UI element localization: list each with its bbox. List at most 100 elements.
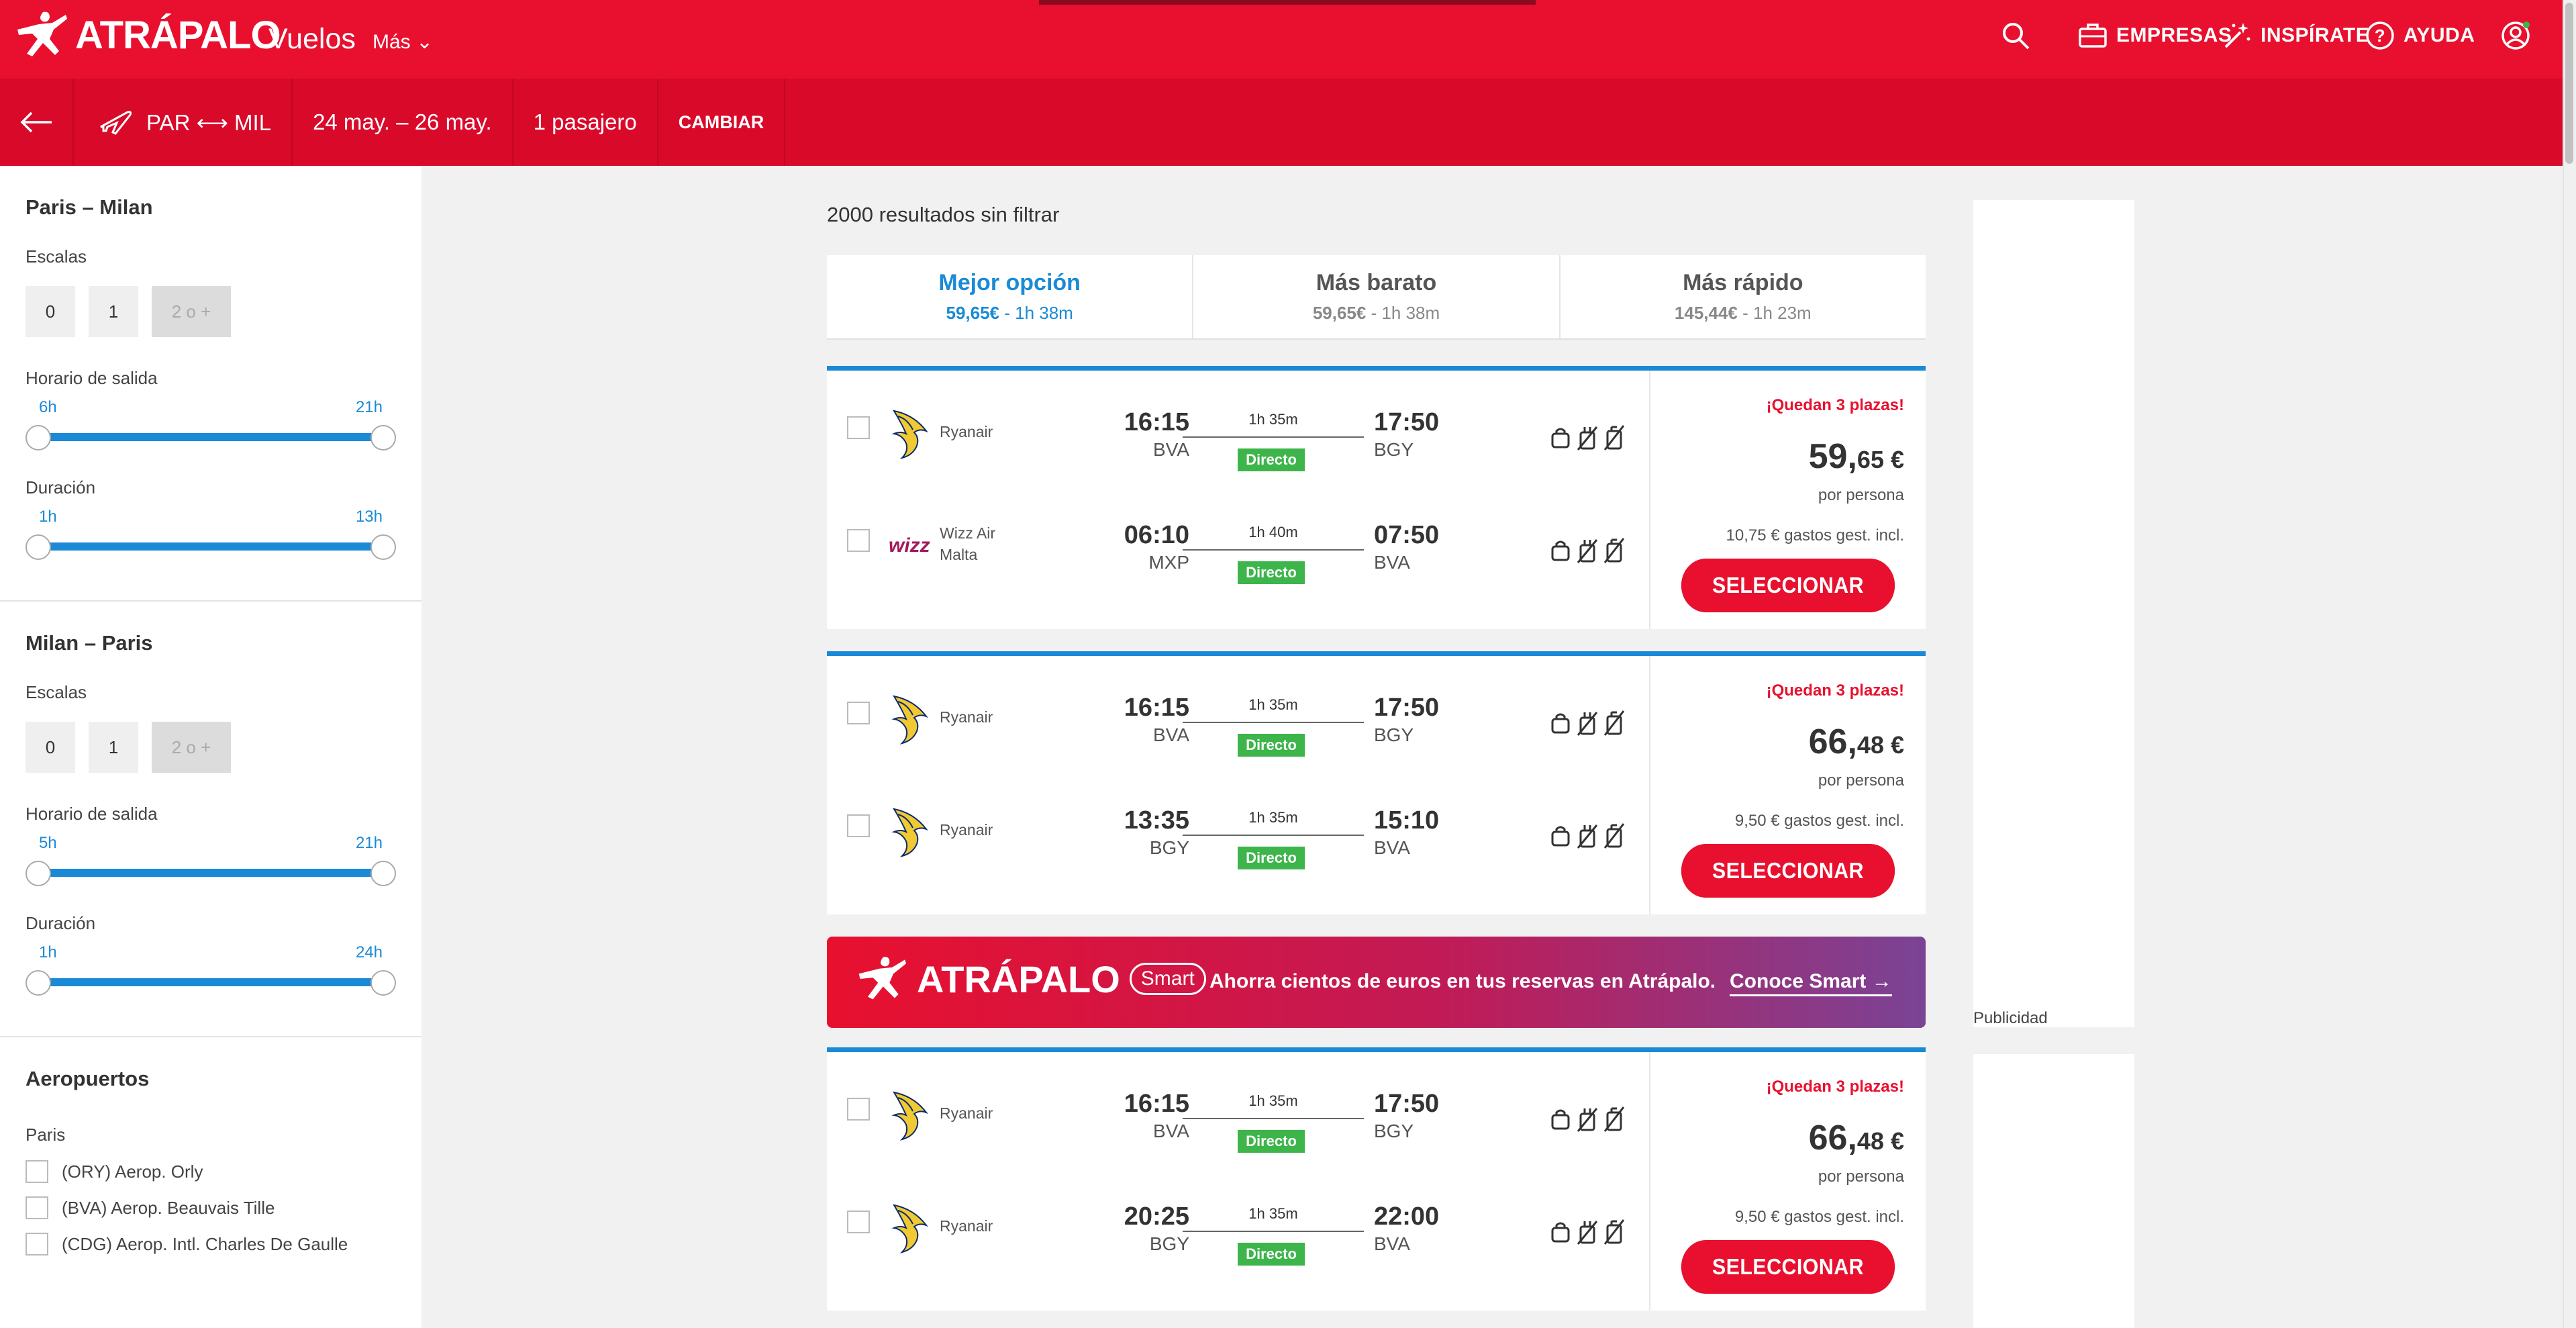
flight-duration: 1h 35m <box>1248 696 1298 713</box>
management-fees: 9,50 € gastos gest. incl. <box>1734 1208 1904 1226</box>
sort-tab-price: 59,65€ <box>1312 303 1367 323</box>
per-person-label: por persona <box>1818 486 1904 504</box>
sort-tab-fastest[interactable]: Más rápido 145,44€ - 1h 23m <box>1561 255 1926 338</box>
departure-time: 16:15 <box>1124 694 1189 722</box>
atrapalo-logo[interactable]: ATRÁPALO <box>12 9 281 60</box>
departure-airport: BGY <box>1149 837 1189 858</box>
airports-filters: Aeropuertos Paris (ORY) Aerop. Orly (BVA… <box>0 1037 422 1255</box>
stops-0-button[interactable]: 0 <box>26 722 75 773</box>
sort-tab-title: Más barato <box>1316 270 1437 295</box>
duration-slider[interactable]: 1h 24h <box>26 943 396 996</box>
banner-cta-link[interactable]: Conoce Smart → <box>1730 970 1892 996</box>
price-integer: 66, <box>1808 722 1857 761</box>
price-decimal: 65 € <box>1856 446 1904 473</box>
leg-checkbox[interactable] <box>847 814 870 837</box>
smart-badge: Smart <box>1129 963 1206 995</box>
nav-more-dropdown[interactable]: Más ⌄ <box>373 30 433 54</box>
duration-line <box>1183 1118 1364 1119</box>
nav-empresas[interactable]: EMPRESAS <box>2077 20 2232 51</box>
slider-track <box>38 869 383 877</box>
personal-item-icon <box>1551 428 1570 448</box>
select-flight-button[interactable]: SELECCIONAR <box>1681 559 1895 612</box>
arrival-airport: BVA <box>1374 837 1410 858</box>
management-fees: 10,75 € gastos gest. incl. <box>1726 526 1905 544</box>
airport-option[interactable]: (ORY) Aerop. Orly <box>26 1160 396 1183</box>
stops-0-button[interactable]: 0 <box>26 286 75 337</box>
slider-max-handle[interactable] <box>370 534 396 560</box>
airport-option[interactable]: (CDG) Aerop. Intl. Charles De Gaulle <box>26 1233 396 1255</box>
seats-left-warning: ¡Quedan 3 plazas! <box>1766 681 1904 700</box>
smart-promo-banner[interactable]: ATRÁPALO Smart Ahorra cientos de euros e… <box>827 937 1926 1028</box>
baggage-info <box>1548 710 1629 737</box>
flight-legs: Ryanair 16:15 BVA 1h 35m Directo 17:50 BGY wizz… <box>827 371 1649 629</box>
select-flight-button[interactable]: SELECCIONAR <box>1681 1240 1895 1294</box>
checkbox[interactable] <box>26 1160 48 1183</box>
slider-min-handle[interactable] <box>26 861 51 886</box>
sort-tab-best[interactable]: Mejor opción 59,65€ - 1h 38m <box>827 255 1194 338</box>
stops-2plus-button[interactable]: 2 o + <box>152 286 231 337</box>
flight-duration: 1h 40m <box>1248 524 1298 540</box>
slider-min-label: 1h <box>39 943 57 961</box>
checkbox[interactable] <box>26 1196 48 1219</box>
airport-label: (CDG) Aerop. Intl. Charles De Gaulle <box>62 1233 348 1254</box>
nav-ayuda[interactable]: ? AYUDA <box>2365 20 2475 51</box>
stops-2plus-button[interactable]: 2 o + <box>152 722 231 773</box>
dates-summary[interactable]: 24 may. – 26 may. <box>293 79 513 166</box>
sort-tab-duration: - 1h 38m <box>999 303 1073 323</box>
management-fees: 9,50 € gastos gest. incl. <box>1734 812 1904 830</box>
change-search-button[interactable]: CAMBIAR <box>658 79 786 166</box>
back-button[interactable] <box>0 79 74 166</box>
briefcase-icon <box>2079 23 2107 48</box>
flight-leg: Ryanair 20:25 BGY 1h 35m Directo 22:00 BVA <box>827 1178 1649 1279</box>
user-account-button[interactable] <box>2500 20 2539 51</box>
passengers-summary[interactable]: 1 pasajero <box>513 79 658 166</box>
stops-1-button[interactable]: 1 <box>89 286 138 337</box>
no-cabin-bag-icon <box>1577 426 1598 450</box>
stops-selector: 0 1 2 o + <box>26 722 396 773</box>
stops-1-button[interactable]: 1 <box>89 722 138 773</box>
price-panel: ¡Quedan 3 plazas! 66,48 € por persona 9,50 … <box>1649 656 1926 914</box>
price: 59,65 € <box>1809 436 1904 477</box>
search-button[interactable] <box>2000 20 2039 51</box>
select-flight-button[interactable]: SELECCIONAR <box>1681 844 1895 898</box>
arrow-left-icon <box>20 111 52 133</box>
sort-tab-cheapest[interactable]: Más barato 59,65€ - 1h 38m <box>1193 255 1561 338</box>
active-tab-indicator <box>1039 0 1536 5</box>
departure-time: 16:15 <box>1124 408 1189 436</box>
leg-checkbox[interactable] <box>847 529 870 552</box>
slider-min-handle[interactable] <box>26 425 51 450</box>
departure-time-label: Horario de salida <box>26 804 158 824</box>
page-scrollbar[interactable] <box>2563 0 2576 1328</box>
slider-min-handle[interactable] <box>26 970 51 996</box>
checkbox[interactable] <box>26 1233 48 1255</box>
leg-checkbox[interactable] <box>847 1211 870 1233</box>
runner-logo-icon <box>858 957 907 1000</box>
slider-max-handle[interactable] <box>370 970 396 996</box>
departure-airport: BVA <box>1153 439 1189 460</box>
ad-slot[interactable] <box>1973 1054 2134 1328</box>
slider-max-handle[interactable] <box>370 861 396 886</box>
runner-logo-icon <box>17 11 67 56</box>
departure-time-slider[interactable]: 6h 21h <box>26 398 396 450</box>
route-summary[interactable]: PAR ⟷ MIL <box>74 79 293 166</box>
ad-slot[interactable] <box>1973 200 2134 1027</box>
arrival-airport: BVA <box>1374 552 1410 573</box>
airport-option[interactable]: (BVA) Aerop. Beauvais Tille <box>26 1196 396 1219</box>
departure-time: 16:15 <box>1124 1090 1189 1118</box>
slider-max-handle[interactable] <box>370 425 396 450</box>
leg-checkbox[interactable] <box>847 416 870 439</box>
leg-checkbox[interactable] <box>847 1098 870 1121</box>
nav-inspirate-label: INSPÍRATE <box>2261 24 2370 46</box>
nav-inspirate[interactable]: INSPÍRATE <box>2222 20 2369 51</box>
no-checked-bag-icon <box>1603 823 1625 849</box>
flight-duration: 1h 35m <box>1248 1092 1298 1109</box>
departure-time-slider[interactable]: 5h 21h <box>26 834 396 886</box>
leg-checkbox[interactable] <box>847 702 870 724</box>
nav-vuelos[interactable]: Vuelos <box>268 23 356 56</box>
slider-min-handle[interactable] <box>26 534 51 560</box>
flight-leg: Ryanair 16:15 BVA 1h 35m Directo 17:50 BGY <box>827 1065 1649 1166</box>
duration-slider[interactable]: 1h 13h <box>26 508 396 560</box>
personal-item-icon <box>1551 713 1570 734</box>
scrollbar-thumb[interactable] <box>2565 3 2573 164</box>
departure-time: 06:10 <box>1124 521 1189 549</box>
